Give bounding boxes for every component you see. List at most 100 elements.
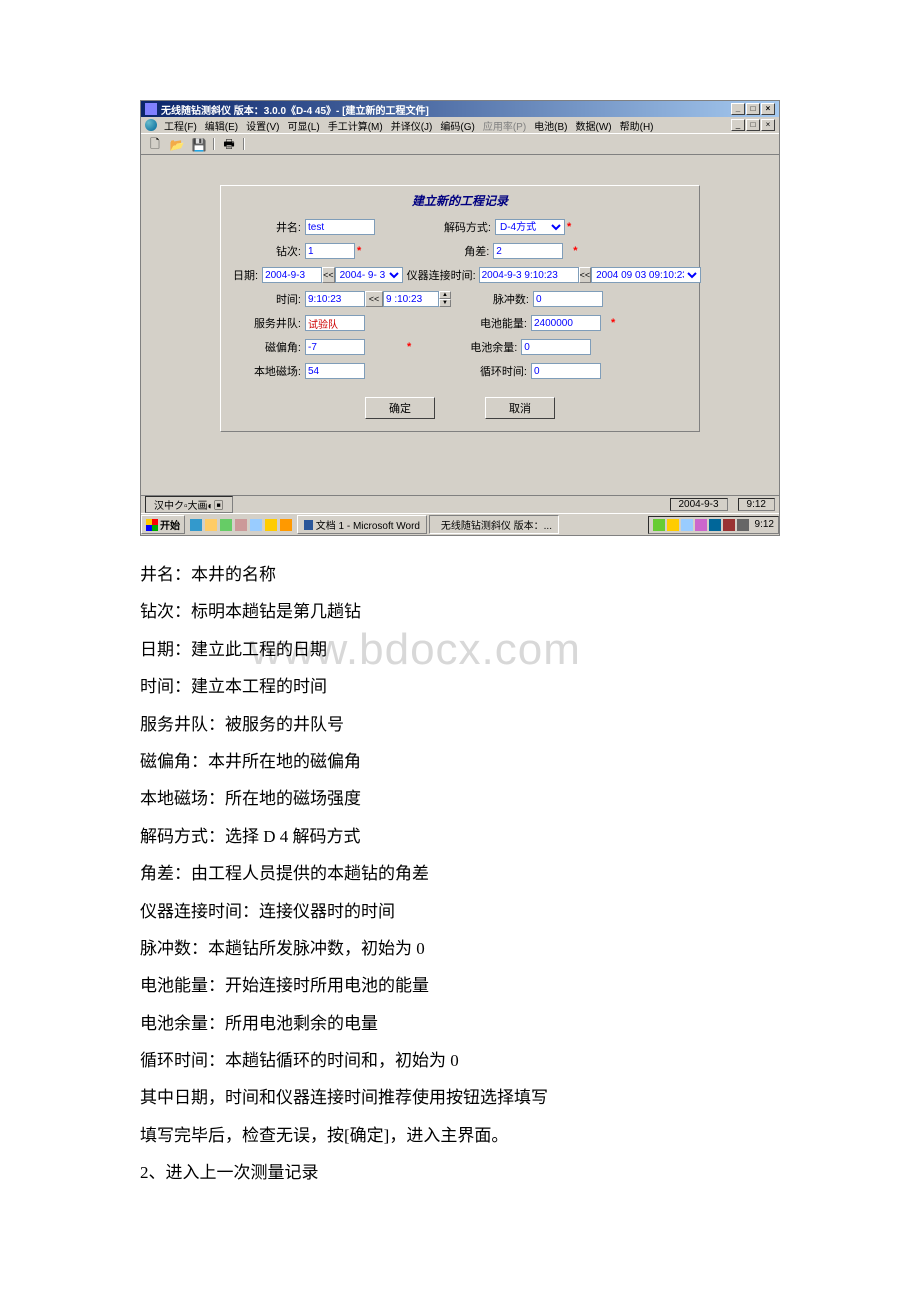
label-mag-decl: 磁偏角: (233, 339, 305, 355)
date-input[interactable] (262, 267, 322, 283)
ql-icon[interactable] (279, 518, 293, 532)
quick-launch (189, 518, 293, 532)
app-window: 无线随钻测斜仪 版本：3.0.0《D-4 45》- [建立新的工程文件] _ □… (140, 100, 780, 536)
menu-battery[interactable]: 电池(B) (531, 117, 570, 134)
tray-icon[interactable] (709, 519, 721, 531)
tray-icon[interactable] (695, 519, 707, 531)
doc-line: 井名：本井的名称 (140, 556, 780, 593)
start-button[interactable]: 开始 (141, 515, 185, 534)
save-icon[interactable]: 💾 (189, 136, 209, 154)
new-icon[interactable]: 🗋 (145, 136, 165, 154)
battery-energy-input[interactable] (531, 315, 601, 331)
battery-remain-input[interactable] (521, 339, 591, 355)
menu-manual-calc[interactable]: 手工计算(M) (325, 117, 386, 134)
doc-line: 磁偏角：本井所在地的磁偏角 (140, 743, 780, 780)
maximize-button[interactable]: □ (746, 103, 760, 115)
mdi-close-button[interactable]: × (761, 119, 775, 131)
label-drill-times: 钻次: (233, 243, 305, 259)
doc-line: 电池余量：所用电池剩余的电量 (140, 1005, 780, 1042)
doc-line: 本地磁场：所在地的磁场强度 (140, 780, 780, 817)
decode-mode-select[interactable]: D-4方式 (495, 219, 565, 235)
open-icon[interactable]: 📂 (167, 136, 187, 154)
label-date: 日期: (233, 267, 262, 283)
mdi-maximize-button[interactable]: □ (746, 119, 760, 131)
close-button[interactable]: × (761, 103, 775, 115)
menu-project[interactable]: 工程(F) (161, 117, 200, 134)
ime-status: 汉中ク▫大画◐▣ (145, 496, 233, 513)
doc-line: 服务井队：被服务的井队号 (140, 706, 780, 743)
window-title: 无线随钻测斜仪 版本：3.0.0《D-4 45》- [建立新的工程文件] (161, 102, 429, 117)
time-input[interactable] (305, 291, 365, 307)
blank-tool[interactable] (249, 136, 269, 154)
label-time: 时间: (233, 291, 305, 307)
doc-line: 填写完毕后，检查无误，按[确定]，进入主界面。 (140, 1117, 780, 1154)
pulse-count-input[interactable] (533, 291, 603, 307)
globe-icon (145, 119, 157, 131)
form-background: 建立新的工程记录 井名: 解码方式: D-4方式 * 钻次 (141, 155, 779, 495)
doc-line: 时间：建立本工程的时间 (140, 668, 780, 705)
mdi-minimize-button[interactable]: _ (731, 119, 745, 131)
menu-edit[interactable]: 编辑(E) (202, 117, 241, 134)
minimize-button[interactable]: _ (731, 103, 745, 115)
menu-data[interactable]: 数据(W) (573, 117, 615, 134)
menu-eval[interactable]: 并译仪(J) (388, 117, 436, 134)
doc-line: 角差：由工程人员提供的本趟钻的角差 (140, 855, 780, 892)
ql-icon[interactable] (219, 518, 233, 532)
label-well-name: 井名: (233, 219, 305, 235)
ql-icon[interactable] (264, 518, 278, 532)
print-icon[interactable]: 🖶 (219, 136, 239, 154)
time-copy-button[interactable]: << (365, 291, 383, 307)
titlebar: 无线随钻测斜仪 版本：3.0.0《D-4 45》- [建立新的工程文件] _ □… (141, 101, 779, 117)
task-app-label: 无线随钻测斜仪 版本：... (441, 517, 552, 532)
ql-icon[interactable] (204, 518, 218, 532)
ok-button[interactable]: 确定 (365, 397, 435, 419)
label-decode-mode: 解码方式: (435, 219, 495, 235)
well-name-input[interactable] (305, 219, 375, 235)
label-angle-diff: 角差: (433, 243, 493, 259)
doc-line: 脉冲数：本趟钻所发脉冲数，初始为 0 (140, 930, 780, 967)
doc-line: 循环时间：本趟钻循环的时间和，初始为 0 (140, 1042, 780, 1079)
menu-apply[interactable]: 应用率(P) (480, 117, 529, 134)
task-word[interactable]: 文档 1 - Microsoft Word (297, 515, 427, 534)
doc-line: 2、进入上一次测量记录 (140, 1154, 780, 1191)
tray-icon[interactable] (653, 519, 665, 531)
system-tray: 9:12 (648, 516, 779, 534)
doc-line: 解码方式：选择 D 4 解码方式 (140, 818, 780, 855)
time-spinner[interactable]: ▲▼ (439, 291, 451, 307)
menu-codec[interactable]: 编码(G) (437, 117, 477, 134)
task-app[interactable]: 无线随钻测斜仪 版本：... (429, 515, 559, 534)
drill-times-input[interactable] (305, 243, 355, 259)
menubar: 工程(F) 编辑(E) 设置(V) 可显(L) 手工计算(M) 并译仪(J) 编… (141, 117, 779, 133)
task-word-label: 文档 1 - Microsoft Word (316, 517, 420, 532)
globe-icon (436, 520, 438, 530)
conn-time-input[interactable] (479, 267, 579, 283)
label-battery-remain: 电池余量: (461, 339, 521, 355)
conn-time-picker[interactable]: 2004 09 03 09:10:23 (591, 267, 701, 283)
service-team-input[interactable] (305, 315, 365, 331)
ql-icon[interactable] (189, 518, 203, 532)
conn-time-copy-button[interactable]: << (579, 267, 592, 283)
mag-decl-input[interactable] (305, 339, 365, 355)
toolbar: 🗋 📂 💾 🖶 (141, 133, 779, 155)
menu-visible[interactable]: 可显(L) (284, 117, 322, 134)
ql-icon[interactable] (234, 518, 248, 532)
cancel-button[interactable]: 取消 (485, 397, 555, 419)
tray-icon[interactable] (737, 519, 749, 531)
cycle-time-input[interactable] (531, 363, 601, 379)
angle-diff-input[interactable] (493, 243, 563, 259)
local-field-input[interactable] (305, 363, 365, 379)
date-copy-button[interactable]: << (322, 267, 335, 283)
date-picker[interactable]: 2004- 9- 3 (335, 267, 403, 283)
ql-icon[interactable] (249, 518, 263, 532)
document-body: www.bdocx.com 井名：本井的名称 钻次：标明本趟钻是第几趟钻 日期：… (140, 556, 780, 1192)
tray-icon[interactable] (723, 519, 735, 531)
time-spin-input[interactable] (383, 291, 439, 307)
menu-settings[interactable]: 设置(V) (243, 117, 282, 134)
taskbar: 开始 文档 1 - Microsoft Word 无线 (141, 513, 779, 535)
start-label: 开始 (160, 517, 180, 532)
required-star: * (357, 245, 361, 257)
menu-help[interactable]: 帮助(H) (617, 117, 657, 134)
app-icon (145, 103, 157, 115)
tray-icon[interactable] (667, 519, 679, 531)
tray-icon[interactable] (681, 519, 693, 531)
